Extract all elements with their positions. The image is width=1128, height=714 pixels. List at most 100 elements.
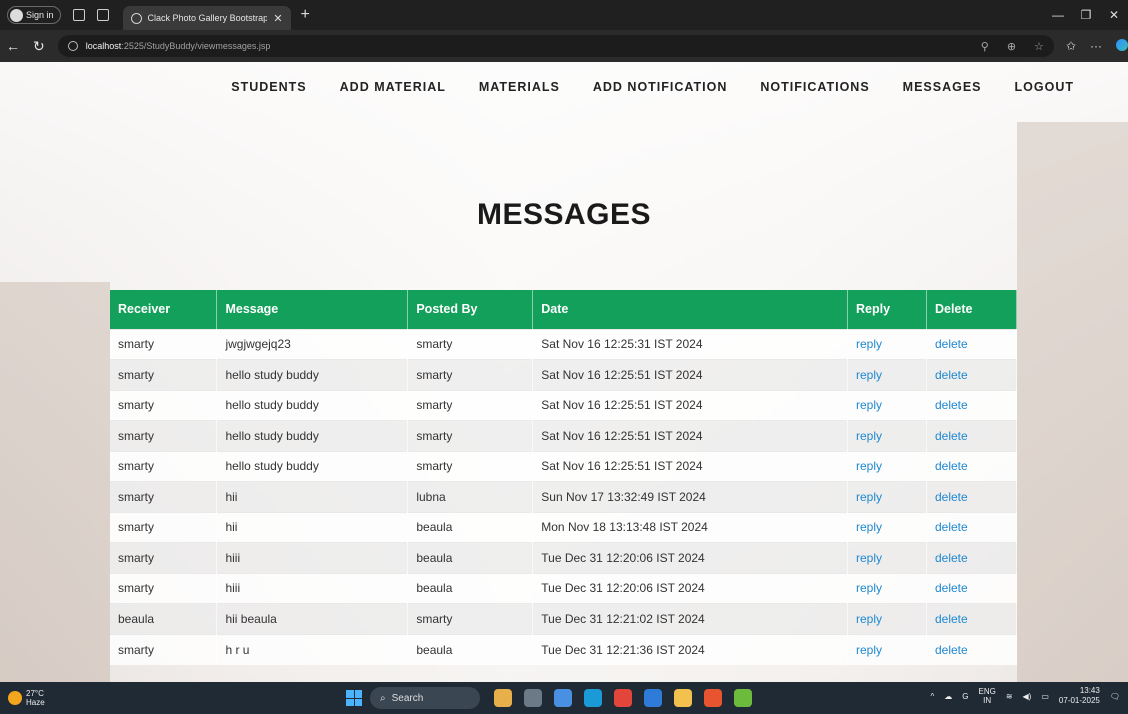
tab-title: Clack Photo Gallery Bootstrap Re [147, 13, 268, 23]
delete-link[interactable]: delete [935, 398, 968, 412]
system-tray: ^ ☁ G ENG IN ≋ ◀) ▭ 13:43 07-01-2025 🗨 [930, 686, 1120, 706]
delete-link[interactable]: delete [935, 551, 968, 565]
chrome-browser-icon[interactable] [614, 689, 632, 707]
language-indicator[interactable]: ENG IN [978, 687, 995, 705]
delete-link[interactable]: delete [935, 581, 968, 595]
reply-link[interactable]: reply [856, 398, 882, 412]
cell-date: Sat Nov 16 12:25:51 IST 2024 [532, 450, 849, 482]
favorites-icon[interactable]: ✩ [1066, 39, 1076, 53]
workspaces-icon[interactable] [72, 9, 85, 21]
reply-link[interactable]: reply [856, 643, 882, 657]
nav-notifications[interactable]: NOTIFICATIONS [760, 80, 869, 94]
cell-date: Sat Nov 16 12:25:51 IST 2024 [532, 389, 849, 421]
reply-link[interactable]: reply [856, 520, 882, 534]
close-window-icon[interactable]: ✕ [1100, 8, 1128, 22]
delete-link[interactable]: delete [935, 490, 968, 504]
task-view-icon[interactable] [494, 689, 512, 707]
delete-link[interactable]: delete [935, 368, 968, 382]
refresh-icon[interactable]: ↻ [26, 38, 52, 55]
close-tab-icon[interactable]: ✕ [273, 12, 282, 25]
column-header-posted-by: Posted By [407, 290, 534, 329]
delete-link[interactable]: delete [935, 612, 968, 626]
delete-link[interactable]: delete [935, 459, 968, 473]
cloud-icon[interactable]: ☁ [944, 692, 952, 701]
url-field[interactable]: localhost :2525/StudyBuddy/viewmessages.… [57, 35, 1054, 57]
tray-overflow-icon[interactable]: ^ [930, 692, 934, 701]
delete-link[interactable]: delete [935, 429, 968, 443]
cell-message: hello study buddy [216, 389, 409, 421]
more-options-icon[interactable]: ··· [1090, 39, 1102, 53]
cell-message: hiii [216, 542, 409, 573]
lang-bottom: IN [983, 696, 992, 705]
cell-posted-by: smarty [407, 420, 534, 451]
notifications-icon[interactable]: 🗨 [1110, 692, 1120, 701]
table-row: smarty hiii beaula Tue Dec 31 12:20:06 IST … [110, 572, 1018, 604]
google-drive-icon[interactable]: G [962, 692, 968, 701]
weather-widget[interactable]: 27°C Haze [8, 689, 45, 707]
copilot-icon[interactable] [1115, 39, 1128, 51]
volume-icon[interactable]: ◀) [1023, 692, 1032, 701]
copilot-app-icon[interactable] [554, 689, 572, 707]
browser-tab[interactable]: Clack Photo Gallery Bootstrap Re ✕ [122, 6, 291, 30]
reply-link[interactable]: reply [856, 337, 882, 351]
cell-reply: reply [847, 328, 927, 360]
wifi-icon[interactable]: ≋ [1006, 692, 1013, 701]
page-title: MESSAGES [476, 198, 652, 231]
cell-delete: delete [926, 511, 1018, 543]
minimize-icon[interactable]: — [1044, 8, 1072, 22]
lang-top: ENG [978, 687, 996, 696]
nav-materials[interactable]: MATERIALS [479, 80, 560, 94]
back-icon[interactable]: ← [0, 38, 26, 54]
delete-link[interactable]: delete [935, 520, 968, 534]
cell-date: Tue Dec 31 12:21:02 IST 2024 [532, 603, 849, 634]
reply-link[interactable]: reply [856, 612, 882, 626]
edge-browser-icon[interactable] [584, 689, 602, 707]
zoom-icon[interactable]: ⊕ [1007, 40, 1016, 53]
key-icon[interactable]: ⚲ [981, 40, 989, 53]
reply-link[interactable]: reply [856, 368, 882, 382]
reply-link[interactable]: reply [856, 429, 882, 443]
cell-message: hello study buddy [216, 359, 409, 390]
clock-time: 13:43 [1079, 686, 1100, 695]
widgets-icon[interactable] [524, 689, 542, 707]
nav-add-material[interactable]: ADD MATERIAL [340, 80, 446, 94]
reply-link[interactable]: reply [856, 459, 882, 473]
address-toolbar: ← ↻ localhost :2525/StudyBuddy/viewmessa… [0, 30, 1128, 62]
browser-title-bar: Sign in Clack Photo Gallery Bootstrap Re… [0, 0, 1128, 30]
cell-posted-by: smarty [407, 603, 534, 634]
cell-receiver: smarty [110, 481, 218, 512]
favorite-star-icon[interactable]: ☆ [1034, 40, 1044, 53]
reply-link[interactable]: reply [856, 581, 882, 595]
battery-icon[interactable]: ▭ [1041, 692, 1049, 701]
reply-link[interactable]: reply [856, 490, 882, 504]
cell-delete: delete [926, 572, 1018, 604]
nav-messages[interactable]: MESSAGES [903, 80, 982, 94]
cell-receiver: smarty [110, 420, 218, 451]
windows-start-icon[interactable] [346, 690, 362, 706]
cell-receiver: smarty [110, 542, 218, 573]
vscode-icon[interactable] [644, 689, 662, 707]
restore-icon[interactable]: ❐ [1072, 8, 1100, 22]
app-icon-green[interactable] [734, 689, 752, 707]
nav-students[interactable]: STUDENTS [231, 80, 306, 94]
profile-button[interactable]: Sign in [7, 6, 61, 24]
tab-actions-icon[interactable] [96, 9, 109, 21]
clock[interactable]: 13:43 07-01-2025 [1059, 686, 1100, 706]
cell-posted-by: smarty [407, 328, 534, 360]
nav-add-notification[interactable]: ADD NOTIFICATION [593, 80, 728, 94]
delete-link[interactable]: delete [935, 337, 968, 351]
cell-date: Tue Dec 31 12:21:36 IST 2024 [532, 633, 849, 665]
globe-icon [130, 12, 142, 24]
nav-logout[interactable]: LOGOUT [1015, 80, 1074, 94]
taskbar: 27°C Haze ⌕ Search ^ ☁ G ENG IN ≋ ◀) ▭ 1… [0, 682, 1128, 714]
app-icon[interactable] [704, 689, 722, 707]
weather-sun-icon [8, 691, 22, 705]
delete-link[interactable]: delete [935, 643, 968, 657]
file-explorer-icon[interactable] [674, 689, 692, 707]
new-tab-button[interactable]: + [301, 6, 310, 24]
reply-link[interactable]: reply [856, 551, 882, 565]
column-header-date: Date [532, 290, 849, 329]
site-info-icon[interactable] [67, 41, 78, 51]
cell-posted-by: smarty [407, 359, 534, 390]
taskbar-search[interactable]: ⌕ Search [370, 687, 480, 709]
